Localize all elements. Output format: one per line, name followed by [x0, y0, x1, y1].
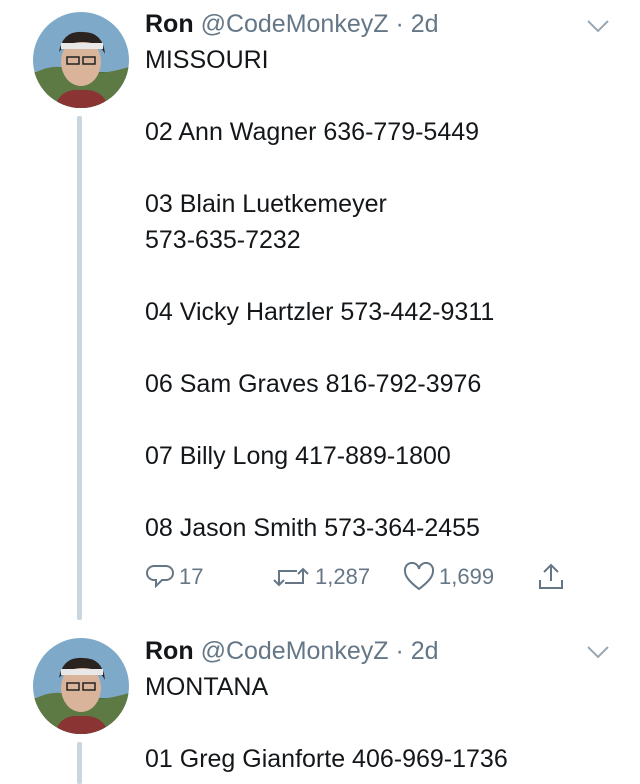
tweet-text-line: 02 Ann Wagner 636-779-5449	[145, 118, 480, 146]
avatar[interactable]	[33, 638, 129, 734]
author-handle[interactable]: @CodeMonkeyZ	[201, 637, 389, 665]
tweet-text-line: 01 Greg Gianforte 406-969-1736	[145, 745, 508, 773]
tweet-text-line: 04 Vicky Hartzler 573-442-9311	[145, 298, 495, 326]
reply-count: 17	[179, 564, 204, 589]
tweet-text-line: 573-635-7232	[145, 226, 301, 254]
separator-dot: ·	[395, 637, 404, 665]
tweet-text-line: 03 Blain Luetkemeyer	[145, 190, 387, 218]
avatar-image	[33, 12, 129, 108]
retweet-button[interactable]: 1,287	[271, 560, 370, 594]
retweet-count: 1,287	[315, 564, 371, 589]
timestamp[interactable]: 2d	[411, 637, 439, 665]
author-handle[interactable]: @CodeMonkeyZ	[201, 10, 389, 38]
like-button[interactable]: 1,699	[403, 560, 494, 594]
tweet-header: Ron @CodeMonkeyZ · 2d	[145, 636, 439, 666]
tweet-text-line: 07 Billy Long 417-889-1800	[145, 442, 451, 470]
tweet[interactable]: Ron @CodeMonkeyZ · 2d MISSOURI 02 Ann Wa…	[0, 0, 640, 620]
reply-button[interactable]: 17	[145, 560, 203, 594]
timestamp[interactable]: 2d	[411, 10, 439, 38]
tweet-header: Ron @CodeMonkeyZ · 2d	[145, 9, 439, 39]
share-button[interactable]	[537, 560, 565, 594]
tweet-text-line: MISSOURI	[145, 46, 269, 74]
heart-icon	[403, 562, 435, 591]
tweet-actions: 17 1,287 1,699	[145, 560, 575, 594]
tweet-text-line: MONTANA	[145, 673, 269, 701]
tweet-text-line: 08 Jason Smith 573-364-2455	[145, 514, 480, 542]
thread-line	[77, 742, 82, 784]
retweet-icon	[273, 567, 309, 587]
avatar-image	[33, 638, 129, 734]
share-icon	[539, 563, 563, 589]
thread-line	[77, 116, 82, 620]
tweet[interactable]: Ron @CodeMonkeyZ · 2d MONTANA 01 Greg Gi…	[0, 628, 640, 784]
reply-icon	[146, 565, 174, 589]
author-name[interactable]: Ron	[145, 10, 194, 38]
chevron-down-icon[interactable]	[584, 16, 612, 36]
separator-dot: ·	[395, 10, 404, 38]
avatar[interactable]	[33, 12, 129, 108]
chevron-down-icon[interactable]	[584, 642, 612, 662]
tweet-text-line: 06 Sam Graves 816-792-3976	[145, 370, 482, 398]
like-count: 1,699	[439, 564, 495, 589]
author-name[interactable]: Ron	[145, 637, 194, 665]
